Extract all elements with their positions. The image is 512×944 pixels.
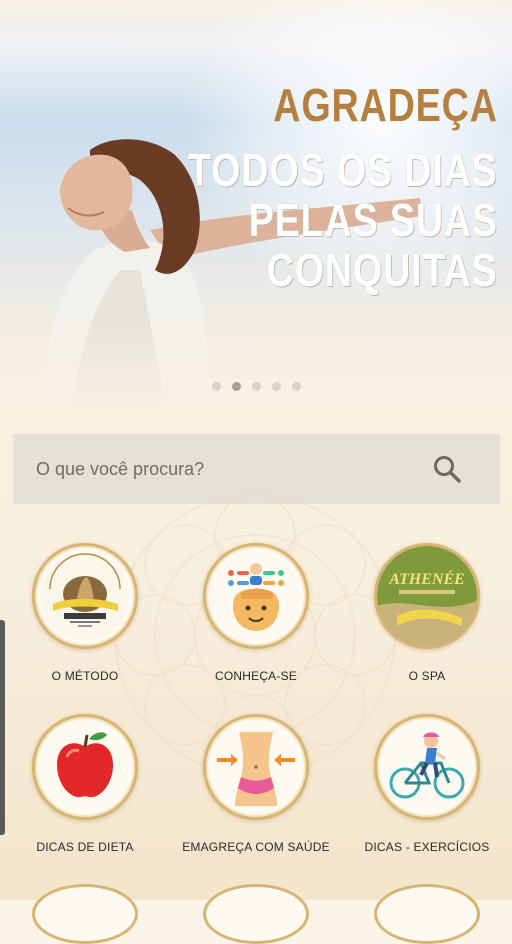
cyclist-icon xyxy=(389,732,465,799)
search-icon[interactable] xyxy=(432,454,462,484)
menu-item-conheca-se[interactable]: CONHEÇA-SE xyxy=(171,543,341,683)
menu-circle-partial[interactable] xyxy=(32,884,138,944)
carousel-dot[interactable] xyxy=(291,382,301,391)
menu-circle[interactable] xyxy=(374,714,480,820)
menu-item-emagreca-com-saude[interactable]: EMAGREÇA COM SAÚDE xyxy=(171,714,341,854)
menu-label: DICAS - EXERCÍCIOS xyxy=(364,840,490,854)
apple-icon xyxy=(57,732,113,798)
menu-item-dicas-exercicios[interactable]: DICAS - EXERCÍCIOS xyxy=(342,714,512,854)
menu-label: O MÉTODO xyxy=(51,669,119,683)
menu-circle-partial[interactable] xyxy=(203,884,309,944)
banner-subline-2: PELAS SUAS xyxy=(248,194,498,246)
menu-item-dicas-de-dieta[interactable]: DICAS DE DIETA xyxy=(0,714,170,854)
menu-circle[interactable] xyxy=(32,543,138,649)
menu-circle[interactable]: ATHENÉE xyxy=(374,543,480,649)
svg-text:ATHENÉE: ATHENÉE xyxy=(388,569,465,588)
hero-fade xyxy=(0,315,512,405)
hero-banner[interactable]: AGRADEÇA TODOS OS DIAS PELAS SUAS CONQUI… xyxy=(0,0,512,405)
menu-item-o-metodo[interactable]: O MÉTODO xyxy=(0,543,170,683)
carousel-dot[interactable] xyxy=(271,382,281,391)
menu-label: EMAGREÇA COM SAÚDE xyxy=(182,840,330,854)
menu-circle-partial[interactable] xyxy=(374,884,480,944)
menu-item-o-spa[interactable]: ATHENÉE O SPA xyxy=(342,543,512,683)
carousel-indicator xyxy=(0,382,512,391)
spa-logo-icon: ATHENÉE xyxy=(377,546,477,646)
head-mind-icon xyxy=(228,563,284,631)
carousel-dot-active[interactable] xyxy=(231,382,241,391)
menu-circle[interactable] xyxy=(203,714,309,820)
carousel-dot[interactable] xyxy=(251,382,261,391)
athenee-logo-icon xyxy=(41,552,129,640)
menu-label: O SPA xyxy=(408,669,446,683)
carousel-dot[interactable] xyxy=(211,382,221,391)
menu-circle[interactable] xyxy=(32,714,138,820)
banner-subline-1: TODOS OS DIAS xyxy=(188,144,498,196)
banner-headline: AGRADEÇA xyxy=(273,79,498,131)
menu-circle[interactable] xyxy=(203,543,309,649)
menu-label: CONHEÇA-SE xyxy=(214,669,297,683)
banner-subline-3: CONQUITAS xyxy=(267,244,498,296)
waist-slim-icon xyxy=(217,732,295,806)
menu-label: DICAS DE DIETA xyxy=(36,840,134,854)
